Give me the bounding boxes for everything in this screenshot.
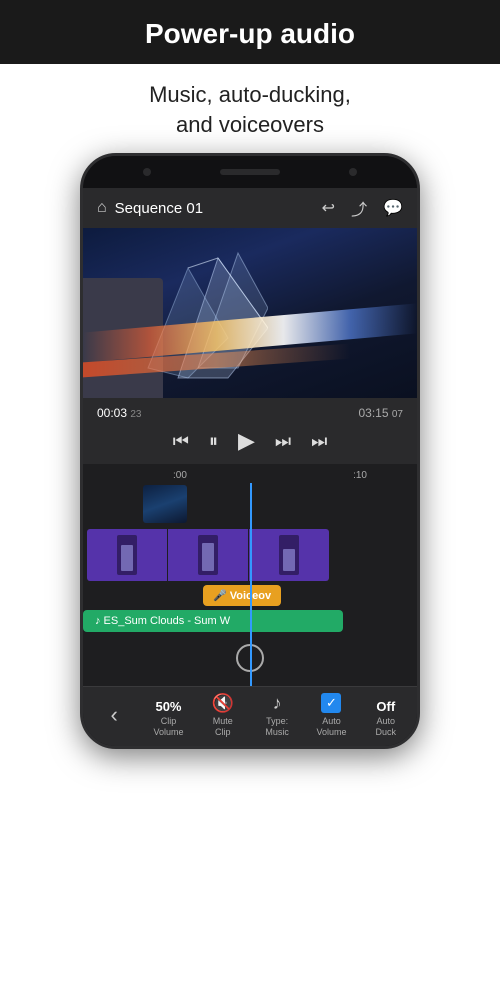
- type-music-label: Type:Music: [265, 716, 289, 738]
- mute-label: MuteClip: [213, 716, 233, 738]
- toolbar-mute-clip[interactable]: 🔇 MuteClip: [201, 693, 245, 738]
- playback-controls: ⏮ ⏸ ▶ ⏭ ⏭: [93, 422, 407, 460]
- nav-actions: ↩ ⤴ 💬: [322, 196, 403, 220]
- home-icon[interactable]: ⌂: [97, 199, 107, 217]
- skip-to-end-button[interactable]: ⏭: [311, 431, 327, 452]
- clip-thumb-2: [168, 529, 248, 581]
- playback-section: 00:03 23 03:15 07 ⏮ ⏸ ▶ ⏭ ⏭: [83, 398, 417, 464]
- auto-duck-value: Off: [376, 699, 395, 714]
- timeline-section: :00 :10: [83, 464, 417, 686]
- skip-to-start-button[interactable]: ⏮: [173, 431, 189, 452]
- clip-thumb-3: [249, 529, 329, 581]
- broll-clip-1[interactable]: [143, 485, 187, 523]
- subtitle-text: Music, auto-ducking,and voiceovers: [40, 80, 460, 139]
- auto-duck-label: AutoDuck: [376, 716, 397, 738]
- voiceover-label: 🎤 Voiceov: [213, 589, 271, 602]
- step-forward-button[interactable]: ⏭: [275, 431, 291, 452]
- phone-camera-left: [143, 168, 151, 176]
- phone-speaker: [220, 169, 280, 175]
- sequence-title: Sequence 01: [115, 200, 314, 217]
- toolbar-back[interactable]: ‹: [92, 702, 136, 738]
- clip-volume-value: 50%: [155, 699, 181, 714]
- toolbar-type-music[interactable]: ♪ Type:Music: [255, 693, 299, 738]
- ruler-mark-start: :00: [173, 470, 187, 481]
- subtitle-section: Music, auto-ducking,and voiceovers: [0, 64, 500, 153]
- share-icon[interactable]: ⤴: [351, 196, 367, 220]
- play-button[interactable]: ▶: [238, 428, 255, 454]
- back-arrow-icon[interactable]: ‹: [110, 702, 117, 738]
- main-clip-1[interactable]: [87, 529, 167, 581]
- clip-volume-label: ClipVolume: [153, 716, 183, 738]
- top-nav: ⌂ Sequence 01 ↩ ⤴ 💬: [83, 188, 417, 228]
- mute-icon: 🔇: [212, 693, 234, 714]
- header-banner: Power-up audio: [0, 0, 500, 64]
- time-display: 00:03 23 03:15 07: [93, 404, 407, 422]
- total-time: 03:15 07: [359, 406, 404, 420]
- music-type-icon: ♪: [273, 693, 282, 714]
- music-label: ♪ ES_Sum Clouds - Sum W: [95, 615, 230, 627]
- bottom-toolbar: ‹ 50% ClipVolume 🔇 MuteClip ♪: [83, 686, 417, 746]
- clip-thumb-1: [87, 529, 167, 581]
- toolbar-clip-volume[interactable]: 50% ClipVolume: [146, 699, 190, 738]
- phone-top-bar: [83, 156, 417, 188]
- header-title: Power-up audio: [145, 18, 355, 49]
- ruler-mark-end: :10: [353, 470, 367, 481]
- auto-volume-checkbox[interactable]: ✓: [321, 693, 341, 713]
- step-back-button[interactable]: ⏸: [209, 431, 218, 452]
- music-clip[interactable]: ♪ ES_Sum Clouds - Sum W: [83, 610, 343, 632]
- broll-clip-thumb: [143, 485, 187, 523]
- current-time: 00:03 23: [97, 406, 142, 420]
- auto-volume-label: AutoVolume: [316, 716, 346, 738]
- toolbar-auto-duck[interactable]: Off AutoDuck: [364, 699, 408, 738]
- video-preview: [83, 228, 417, 398]
- toolbar-auto-volume[interactable]: ✓ AutoVolume: [309, 693, 353, 738]
- main-clip-3[interactable]: [249, 529, 329, 581]
- voiceover-clip[interactable]: 🎤 Voiceov: [203, 585, 281, 606]
- timeline-tracks: 🎤 Voiceov ♪ ES_Sum Clouds - Sum W: [83, 483, 417, 686]
- phone-wrapper: ⌂ Sequence 01 ↩ ⤴ 💬: [0, 153, 500, 749]
- comment-icon[interactable]: 💬: [383, 198, 403, 218]
- main-clip-2[interactable]: [168, 529, 248, 581]
- playhead: [250, 483, 252, 686]
- app-ui: ⌂ Sequence 01 ↩ ⤴ 💬: [83, 188, 417, 746]
- toolbar-items: ‹ 50% ClipVolume 🔇 MuteClip ♪: [87, 693, 413, 738]
- timeline-ruler: :00 :10: [83, 468, 417, 483]
- phone-shell: ⌂ Sequence 01 ↩ ⤴ 💬: [80, 153, 420, 749]
- undo-icon[interactable]: ↩: [322, 198, 335, 218]
- phone-camera-right: [349, 168, 357, 176]
